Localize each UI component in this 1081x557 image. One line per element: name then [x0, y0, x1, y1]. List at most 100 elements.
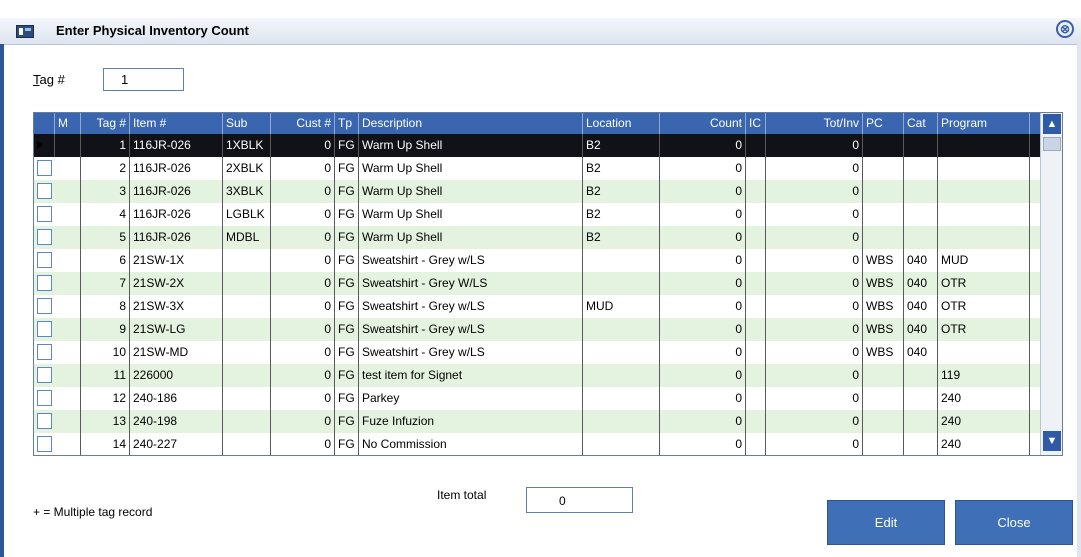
cell-pc[interactable]	[863, 364, 904, 387]
table-row[interactable]: 13 240-198 0 FG Fuze Infuzion 0 0 240	[34, 410, 1040, 433]
cell-cust[interactable]: 0	[271, 226, 335, 249]
column-header-sub[interactable]: Sub	[223, 113, 271, 134]
cell-select[interactable]	[34, 295, 55, 318]
cell-description[interactable]: Sweatshirt - Grey w/LS	[359, 295, 583, 318]
cell-select[interactable]	[34, 433, 55, 455]
cell-item[interactable]: 21SW-MD	[130, 341, 223, 364]
cell-tp[interactable]: FG	[335, 295, 359, 318]
cell-count[interactable]: 0	[660, 203, 746, 226]
table-row[interactable]: 3 116JR-026 3XBLK 0 FG Warm Up Shell B2 0 0	[34, 180, 1040, 203]
cell-select[interactable]	[34, 318, 55, 341]
row-selector-box[interactable]	[37, 321, 52, 337]
cell-sub[interactable]	[223, 410, 271, 433]
cell-location[interactable]	[583, 249, 660, 272]
row-selector-box[interactable]	[37, 183, 52, 199]
cell-description[interactable]: Warm Up Shell	[359, 134, 583, 157]
table-row[interactable]: 6 21SW-1X 0 FG Sweatshirt - Grey w/LS 0 0 WBS 04…	[34, 249, 1040, 272]
cell-pc[interactable]	[863, 203, 904, 226]
cell-ic[interactable]	[746, 180, 766, 203]
cell-cust[interactable]: 0	[271, 203, 335, 226]
cell-tp[interactable]: FG	[335, 180, 359, 203]
cell-count[interactable]: 0	[660, 433, 746, 455]
column-header-tp[interactable]: Tp	[335, 113, 359, 134]
cell-program[interactable]	[938, 157, 1030, 180]
cell-tot-inv[interactable]: 0	[766, 180, 863, 203]
cell-pc[interactable]	[863, 134, 904, 157]
cell-program[interactable]: OTR	[938, 295, 1030, 318]
cell-cat[interactable]	[904, 134, 938, 157]
cell-m[interactable]	[55, 433, 81, 455]
column-header-select[interactable]	[34, 113, 55, 134]
table-row[interactable]: 8 21SW-3X 0 FG Sweatshirt - Grey w/LS MUD 0 0 WB…	[34, 295, 1040, 318]
cell-count[interactable]: 0	[660, 249, 746, 272]
cell-cat[interactable]: 040	[904, 272, 938, 295]
cell-tot-inv[interactable]: 0	[766, 433, 863, 455]
row-selector-box[interactable]	[37, 436, 52, 452]
close-window-icon[interactable]: ⊗	[1056, 20, 1074, 38]
table-row[interactable]: 5 116JR-026 MDBL 0 FG Warm Up Shell B2 0 0	[34, 226, 1040, 249]
cell-select[interactable]	[34, 341, 55, 364]
cell-cust[interactable]: 0	[271, 157, 335, 180]
cell-cust[interactable]: 0	[271, 180, 335, 203]
cell-ic[interactable]	[746, 295, 766, 318]
edit-button[interactable]: Edit	[827, 500, 945, 545]
cell-select[interactable]	[34, 180, 55, 203]
cell-location[interactable]: MUD	[583, 295, 660, 318]
table-row[interactable]: 14 240-227 0 FG No Commission 0 0 240	[34, 433, 1040, 455]
scroll-down-icon[interactable]: ▼	[1043, 431, 1061, 451]
cell-cust[interactable]: 0	[271, 387, 335, 410]
cell-select[interactable]	[34, 226, 55, 249]
cell-tot-inv[interactable]: 0	[766, 410, 863, 433]
cell-tp[interactable]: FG	[335, 410, 359, 433]
cell-tp[interactable]: FG	[335, 341, 359, 364]
cell-cust[interactable]: 0	[271, 318, 335, 341]
cell-item[interactable]: 21SW-1X	[130, 249, 223, 272]
cell-select[interactable]	[34, 249, 55, 272]
cell-tot-inv[interactable]: 0	[766, 203, 863, 226]
column-header-count[interactable]: Count	[660, 113, 746, 134]
cell-select[interactable]	[34, 272, 55, 295]
cell-cat[interactable]	[904, 157, 938, 180]
cell-tag[interactable]: 13	[81, 410, 130, 433]
cell-item[interactable]: 240-198	[130, 410, 223, 433]
column-header-program[interactable]: Program	[938, 113, 1030, 134]
column-header-tot-inv[interactable]: Tot/Inv	[766, 113, 863, 134]
cell-pc[interactable]	[863, 180, 904, 203]
cell-m[interactable]	[55, 157, 81, 180]
cell-sub[interactable]: 1XBLK	[223, 134, 271, 157]
cell-m[interactable]	[55, 226, 81, 249]
cell-sub[interactable]: MDBL	[223, 226, 271, 249]
cell-count[interactable]: 0	[660, 134, 746, 157]
cell-select[interactable]	[34, 203, 55, 226]
cell-tp[interactable]: FG	[335, 249, 359, 272]
cell-count[interactable]: 0	[660, 341, 746, 364]
cell-cat[interactable]	[904, 180, 938, 203]
cell-tp[interactable]: FG	[335, 364, 359, 387]
cell-ic[interactable]	[746, 387, 766, 410]
cell-item[interactable]: 21SW-LG	[130, 318, 223, 341]
column-header-item[interactable]: Item #	[130, 113, 223, 134]
inventory-grid[interactable]: M Tag # Item # Sub Cust # Tp Description Locati…	[33, 112, 1063, 456]
cell-count[interactable]: 0	[660, 387, 746, 410]
vertical-scrollbar[interactable]: ▲ ▼	[1040, 113, 1062, 455]
cell-cat[interactable]	[904, 203, 938, 226]
cell-item[interactable]: 116JR-026	[130, 203, 223, 226]
cell-description[interactable]: Warm Up Shell	[359, 226, 583, 249]
table-row[interactable]: 7 21SW-2X 0 FG Sweatshirt - Grey W/LS 0 0 WBS 04…	[34, 272, 1040, 295]
cell-select[interactable]	[34, 364, 55, 387]
cell-description[interactable]: test item for Signet	[359, 364, 583, 387]
cell-program[interactable]: 240	[938, 433, 1030, 455]
cell-description[interactable]: Sweatshirt - Grey w/LS	[359, 318, 583, 341]
cell-location[interactable]: B2	[583, 203, 660, 226]
row-selector-box[interactable]	[37, 160, 52, 176]
cell-pc[interactable]	[863, 410, 904, 433]
cell-m[interactable]	[55, 364, 81, 387]
cell-tot-inv[interactable]: 0	[766, 341, 863, 364]
cell-count[interactable]: 0	[660, 180, 746, 203]
cell-tag[interactable]: 9	[81, 318, 130, 341]
cell-ic[interactable]	[746, 318, 766, 341]
cell-m[interactable]	[55, 318, 81, 341]
cell-tp[interactable]: FG	[335, 226, 359, 249]
cell-cat[interactable]	[904, 364, 938, 387]
cell-description[interactable]: Fuze Infuzion	[359, 410, 583, 433]
